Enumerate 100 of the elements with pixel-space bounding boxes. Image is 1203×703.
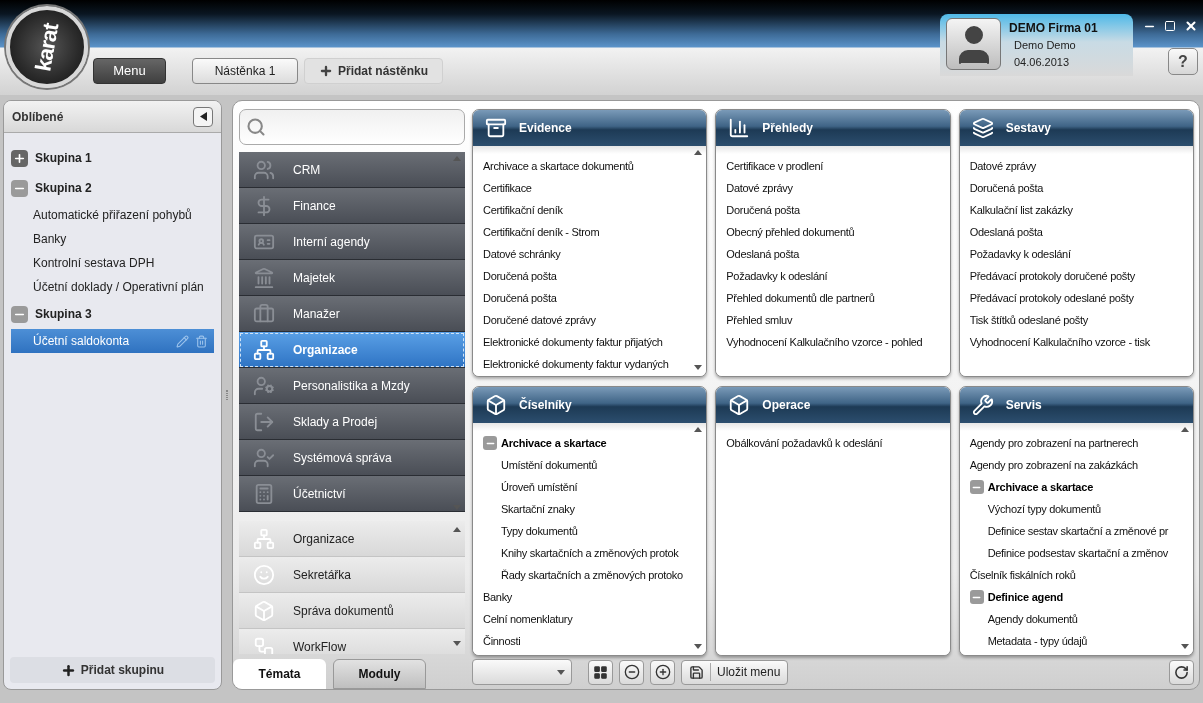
- expand-icon[interactable]: [11, 149, 28, 167]
- category-item[interactable]: Organizace: [239, 332, 465, 368]
- scroll-up-icon[interactable]: [1181, 427, 1189, 432]
- card-link[interactable]: Certifikační deník - Strom: [483, 223, 600, 241]
- category-item[interactable]: Finance: [239, 188, 465, 224]
- module-item[interactable]: Sekretářka: [239, 557, 465, 593]
- collapse-icon[interactable]: [969, 590, 984, 604]
- save-menu-button[interactable]: Uložit menu: [681, 659, 789, 685]
- card-link[interactable]: Doručená pošta: [726, 201, 800, 219]
- card-link[interactable]: Vyhodnocení Kalkulačního vzorce - tisk: [969, 333, 1150, 351]
- card-link[interactable]: Požadavky k odeslání: [969, 245, 1071, 263]
- card-link[interactable]: Certifikace: [483, 179, 532, 197]
- category-item[interactable]: Systémová správa: [239, 440, 465, 476]
- card-link[interactable]: Agendy dokumentů: [987, 610, 1078, 628]
- card-link[interactable]: Výchozí typy dokumentů: [987, 500, 1101, 518]
- card-link[interactable]: Datové schránky: [483, 245, 561, 263]
- card-link[interactable]: Předávací protokoly odeslané pošty: [969, 289, 1134, 307]
- card-link[interactable]: Obálkování požadavků k odeslání: [726, 434, 883, 452]
- card-link[interactable]: Celní nomenklatury: [483, 610, 573, 628]
- card-link[interactable]: Typy dokumentů: [501, 522, 578, 540]
- card-link[interactable]: Řady skartačních a změnových protoko: [501, 566, 683, 584]
- category-item[interactable]: Interní agendy: [239, 224, 465, 260]
- category-item[interactable]: Sklady a Prodej: [239, 404, 465, 440]
- module-item[interactable]: Organizace: [239, 521, 465, 557]
- card-link[interactable]: Archivace a skartace dokumentů: [483, 157, 634, 175]
- group-label[interactable]: Skupina 1: [35, 149, 92, 167]
- card-link[interactable]: Úroveň umístění: [501, 478, 578, 496]
- scroll-down-icon[interactable]: [453, 641, 461, 646]
- favorite-item[interactable]: Automatické přiřazení pohybů: [11, 203, 214, 227]
- card-link[interactable]: Definice sestav skartační a změnové pr: [987, 522, 1169, 540]
- add-board-button[interactable]: Přidat nástěnku: [304, 58, 444, 84]
- scroll-down-icon[interactable]: [1181, 644, 1189, 649]
- category-item[interactable]: Majetek: [239, 260, 465, 296]
- card-link[interactable]: Knihy skartačních a změnových protok: [501, 544, 679, 562]
- zoom-out-button[interactable]: [619, 659, 644, 685]
- card-link[interactable]: Banky: [483, 588, 513, 606]
- tab[interactable]: Témata: [233, 659, 326, 689]
- menu-button[interactable]: Menu: [93, 58, 166, 84]
- help-button[interactable]: ?: [1168, 48, 1198, 75]
- card-link[interactable]: Tisk štítků odeslané pošty: [969, 311, 1088, 329]
- module-item[interactable]: Správa dokumentů: [239, 593, 465, 629]
- scroll-down-icon[interactable]: [694, 644, 703, 649]
- scroll-up-icon[interactable]: [694, 150, 703, 155]
- card-link[interactable]: Činnosti: [483, 632, 521, 650]
- card-link[interactable]: Vyhodnocení Kalkulačního vzorce - pohled: [726, 333, 923, 351]
- card-link[interactable]: Požadavky k odeslání: [726, 267, 828, 285]
- caret-icon[interactable]: [557, 669, 565, 675]
- tree-group-label[interactable]: Archivace a skartace: [987, 478, 1094, 496]
- category-item[interactable]: Manažer: [239, 296, 465, 332]
- collapse-icon[interactable]: [969, 480, 984, 494]
- card-link[interactable]: Doručené datové zprávy: [483, 311, 596, 329]
- scroll-up-icon[interactable]: [453, 527, 461, 532]
- group-label[interactable]: Skupina 3: [35, 305, 92, 323]
- card-link[interactable]: Certifikace v prodlení: [726, 157, 824, 175]
- card-link[interactable]: Skartační znaky: [501, 500, 575, 518]
- collapse-panel-button[interactable]: [193, 106, 213, 127]
- tree-group-label[interactable]: Definice agend: [987, 588, 1064, 606]
- card-link[interactable]: Doručená pošta: [969, 179, 1044, 197]
- card-link[interactable]: Přehled smluv: [726, 311, 793, 329]
- scroll-down-icon[interactable]: [694, 365, 703, 370]
- collapse-icon[interactable]: [11, 179, 28, 197]
- card-link[interactable]: Obecný přehled dokumentů: [726, 223, 855, 241]
- category-item[interactable]: CRM: [239, 152, 465, 188]
- refresh-button[interactable]: [1169, 659, 1194, 685]
- card-link[interactable]: Agendy pro zobrazení na zakázkách: [969, 456, 1138, 474]
- tree-group-label[interactable]: Archivace a skartace: [501, 434, 607, 452]
- favorite-item[interactable]: Účetní saldokonta: [11, 329, 214, 353]
- search-field[interactable]: [239, 109, 465, 145]
- card-link[interactable]: Odeslaná pošta: [726, 245, 800, 263]
- card-link[interactable]: Odeslaná pošta: [969, 223, 1043, 241]
- card-link[interactable]: Číselník fiskálních roků: [969, 566, 1076, 584]
- card-link[interactable]: Metadata - typy údajů: [987, 632, 1088, 650]
- card-link[interactable]: Agendy pro zobrazení na partnerech: [969, 434, 1139, 452]
- collapse-icon[interactable]: [11, 305, 28, 323]
- category-item[interactable]: Personalistika a Mzdy: [239, 368, 465, 404]
- tab[interactable]: Moduly: [333, 659, 426, 689]
- category-item[interactable]: Účetnictví: [239, 476, 465, 512]
- card-link[interactable]: Elektronické dokumenty faktur přijatých: [483, 333, 663, 351]
- card-link[interactable]: Datové zprávy: [969, 157, 1037, 175]
- card-link[interactable]: Kalkulační list zakázky: [969, 201, 1073, 219]
- favorite-item[interactable]: Banky: [11, 227, 214, 251]
- card-link[interactable]: Datové zprávy: [726, 179, 793, 197]
- card-link[interactable]: Elektronické dokumenty faktur vydaných: [483, 355, 669, 373]
- card-link[interactable]: Doručená pošta: [483, 289, 557, 307]
- card-link[interactable]: Předávací protokoly doručené pošty: [969, 267, 1135, 285]
- card-link[interactable]: Přehled dokumentů dle partnerů: [726, 289, 875, 307]
- card-link[interactable]: Doručená pošta: [483, 267, 557, 285]
- grid-view-button[interactable]: [588, 659, 613, 685]
- dropdown[interactable]: [472, 659, 572, 685]
- collapse-icon[interactable]: [483, 436, 497, 450]
- favorite-item[interactable]: Účetní doklady / Operativní plán: [11, 275, 214, 299]
- favorite-item[interactable]: Kontrolní sestava DPH: [11, 251, 214, 275]
- card-link[interactable]: Definice podsestav skartační a změnov: [987, 544, 1168, 562]
- module-item[interactable]: WorkFlow: [239, 629, 465, 654]
- group-label[interactable]: Skupina 2: [35, 179, 92, 197]
- card-link[interactable]: Certifikační deník: [483, 201, 563, 219]
- scroll-up-icon[interactable]: [694, 427, 703, 432]
- board-tab[interactable]: Nástěnka 1: [192, 58, 298, 84]
- add-group-button[interactable]: Přidat skupinu: [10, 657, 215, 683]
- card-link[interactable]: Umístění dokumentů: [501, 456, 598, 474]
